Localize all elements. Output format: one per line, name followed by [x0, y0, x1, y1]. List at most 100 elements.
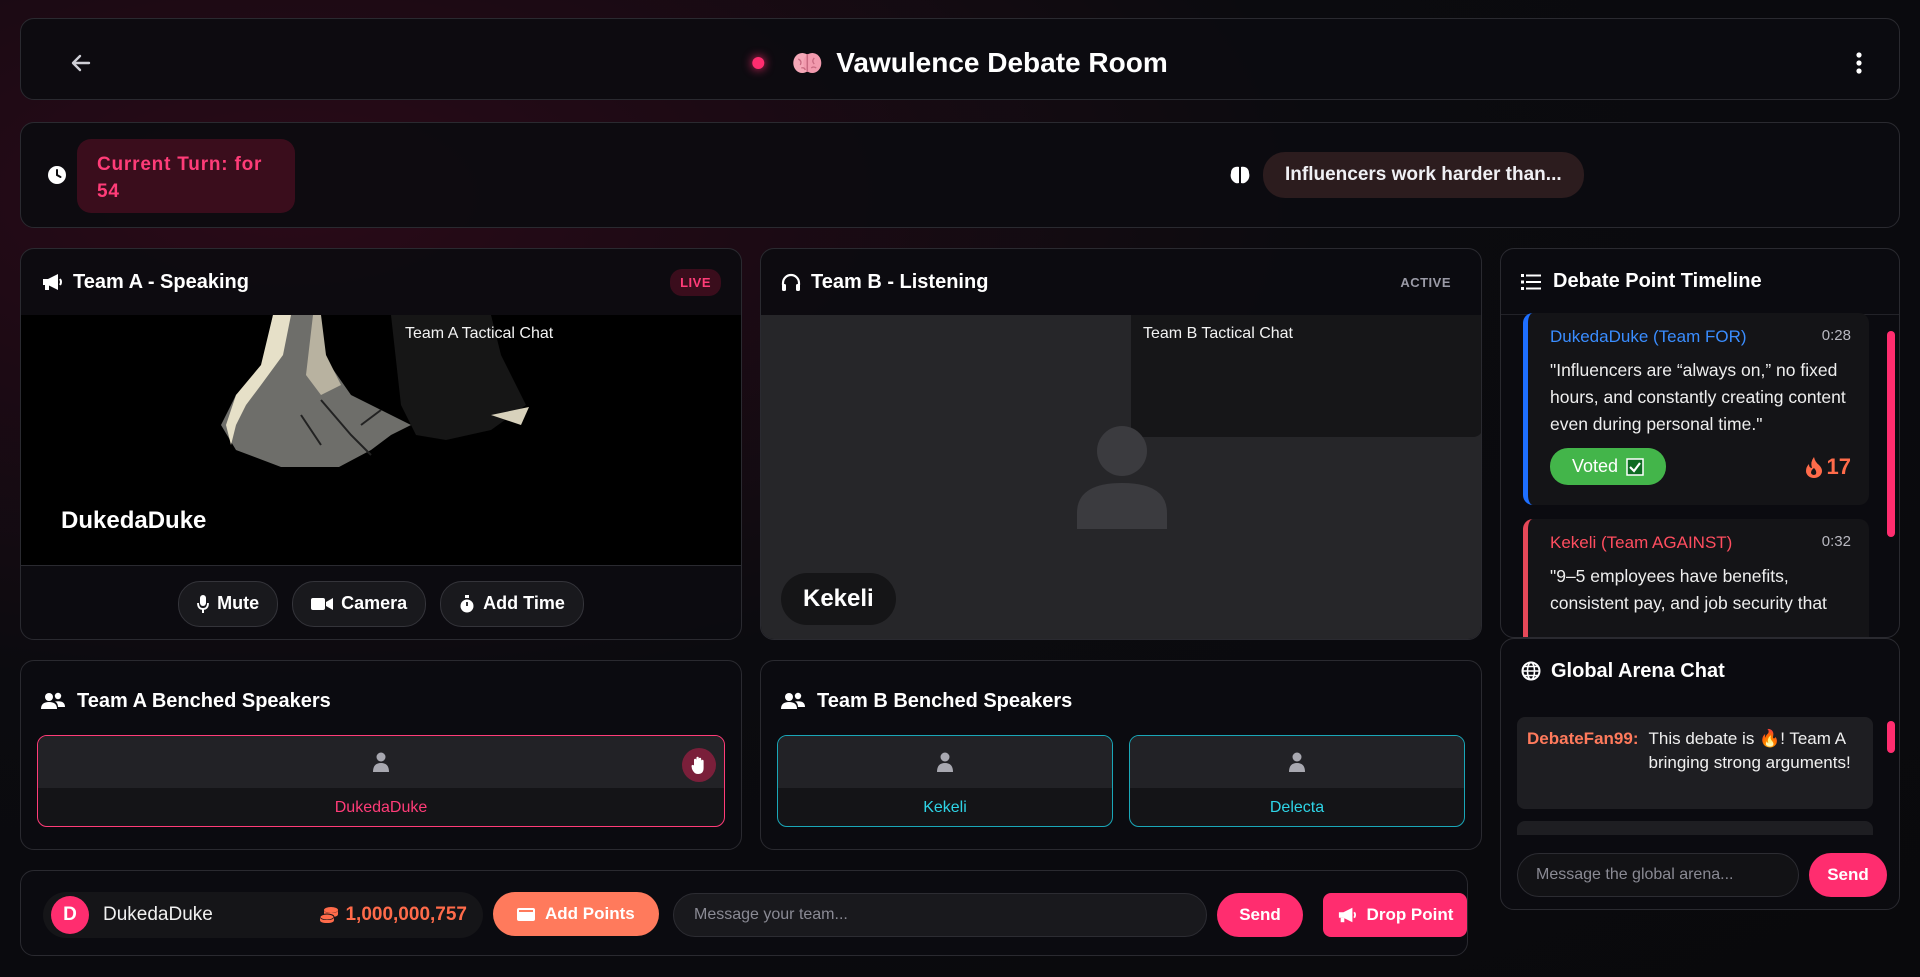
bench-speaker-slot[interactable]: DukedaDuke — [37, 735, 725, 827]
chat-message-partial — [1517, 821, 1873, 835]
coin-balance: 1,000,000,757 — [319, 904, 467, 926]
more-vertical-icon — [1856, 52, 1862, 74]
team-a-title: Team A - Speaking — [73, 270, 249, 293]
megaphone-icon — [43, 274, 62, 290]
point-quote: "9–5 employees have benefits, consistent… — [1550, 566, 1827, 613]
team-b-video[interactable]: Team B Tactical Chat Kekeli — [761, 315, 1481, 639]
timeline-title: Debate Point Timeline — [1553, 270, 1762, 292]
global-arena-chat: Global Arena Chat DebateFan99: This deba… — [1500, 638, 1900, 910]
title-group: Vawulence Debate Room — [752, 47, 1168, 79]
add-points-button[interactable]: Add Points — [493, 892, 659, 936]
topic-group: Influencers work harder than... — [1229, 152, 1584, 198]
avatar[interactable]: D — [51, 896, 89, 934]
point-author: DukedaDuke (Team FOR) — [1550, 327, 1747, 346]
bench-slot-avatar-area — [38, 736, 724, 788]
chat-text: This debate is 🔥! Team A bringing strong… — [1648, 729, 1851, 772]
speaker-name-overlay: DukedaDuke — [61, 507, 207, 534]
speaker-controls: Mute Camera Add Time — [21, 565, 741, 639]
point-quote: "Influencers are “always on,” no fixed h… — [1550, 360, 1846, 434]
bench-slot-avatar-area — [778, 736, 1112, 788]
team-a-bench-header: Team A Benched Speakers — [21, 661, 741, 741]
mute-label: Mute — [217, 593, 260, 613]
team-b-header: Team B - Listening ACTIVE — [761, 249, 1481, 315]
camera-label: Camera — [341, 593, 408, 613]
list-icon — [1521, 273, 1541, 290]
bench-speaker-name: DukedaDuke — [334, 799, 428, 816]
team-message-input[interactable] — [673, 893, 1207, 937]
bench-speaker-slot[interactable]: Delecta — [1129, 735, 1465, 827]
chat-message: DebateFan99: This debate is 🔥! Team A br… — [1517, 717, 1873, 809]
user-icon — [937, 752, 953, 772]
turn-timer: 54 — [97, 181, 120, 202]
timeline-scrollbar[interactable] — [1887, 331, 1895, 537]
active-badge: ACTIVE — [1400, 274, 1451, 290]
turn-bar: Current Turn: for 54 Influencers work ha… — [20, 122, 1900, 228]
team-b-bench-title: Team B Benched Speakers — [817, 689, 1073, 712]
fire-reaction[interactable]: 17 — [1805, 454, 1851, 480]
user-placeholder-icon — [1077, 426, 1167, 529]
hand-icon — [691, 756, 704, 774]
global-message-input[interactable] — [1517, 853, 1799, 897]
team-b-tactical-chat-label: Team B Tactical Chat — [1143, 325, 1293, 342]
team-send-button[interactable]: Send — [1217, 893, 1303, 937]
add-time-button[interactable]: Add Time — [440, 580, 584, 627]
add-time-label: Add Time — [483, 593, 565, 613]
globe-icon — [1521, 661, 1541, 681]
timeline-point[interactable]: Kekeli (Team AGAINST) 0:32 "9–5 employee… — [1523, 519, 1869, 637]
user-chip: D DukedaDuke 1,000,000,757 — [43, 892, 483, 938]
team-b-title: Team B - Listening — [811, 270, 989, 293]
current-turn-label: Current Turn: for — [97, 154, 263, 175]
drop-point-label: Drop Point — [1366, 905, 1454, 924]
username: DukedaDuke — [103, 904, 213, 925]
current-turn-badge: Current Turn: for 54 — [77, 139, 295, 213]
headphones-icon — [781, 273, 801, 291]
global-chat-scrollbar[interactable] — [1887, 721, 1895, 753]
team-b-tactical-chat[interactable]: Team B Tactical Chat — [1131, 315, 1481, 437]
voted-label: Voted — [1572, 456, 1619, 476]
camera-button[interactable]: Camera — [292, 580, 427, 627]
live-indicator — [752, 57, 765, 69]
coins-icon — [319, 907, 339, 923]
timeline-point[interactable]: DukedaDuke (Team FOR) 0:28 "Influencers … — [1523, 313, 1869, 505]
bench-speaker-slot[interactable]: Kekeli — [777, 735, 1113, 827]
global-send-button[interactable]: Send — [1809, 853, 1887, 897]
video-camera-icon — [311, 597, 334, 610]
drop-point-button[interactable]: Drop Point — [1323, 893, 1467, 937]
mute-button[interactable]: Mute — [178, 580, 279, 627]
speaker-name-overlay: Kekeli — [781, 573, 896, 625]
fire-count-value: 17 — [1826, 453, 1851, 479]
team-a-bench: Team A Benched Speakers DukedaDuke — [20, 660, 742, 850]
users-icon — [41, 692, 65, 709]
live-badge: LIVE — [670, 268, 721, 296]
raise-hand-button[interactable] — [682, 748, 716, 782]
team-a-video[interactable]: Team A Tactical Chat DukedaDuke — [21, 315, 741, 565]
megaphone-icon — [1338, 907, 1356, 923]
user-icon — [373, 752, 389, 772]
more-options-button[interactable] — [1847, 47, 1871, 79]
clock-icon — [48, 166, 66, 184]
check-box-icon — [1626, 457, 1644, 476]
team-a-header: Team A - Speaking LIVE — [21, 249, 741, 315]
bench-slot-avatar-area — [1130, 736, 1464, 788]
debate-topic[interactable]: Influencers work harder than... — [1263, 152, 1584, 198]
back-button[interactable] — [65, 47, 97, 79]
room-header: Vawulence Debate Room — [20, 18, 1900, 100]
point-time: 0:28 — [1821, 327, 1851, 344]
team-a-tactical-chat-label[interactable]: Team A Tactical Chat — [405, 325, 553, 343]
brain-icon — [793, 53, 822, 73]
debate-point-timeline: Debate Point Timeline DukedaDuke (Team F… — [1500, 248, 1900, 638]
global-chat-header: Global Arena Chat — [1501, 639, 1899, 703]
voted-button[interactable]: Voted — [1550, 448, 1667, 485]
coin-amount: 1,000,000,757 — [345, 904, 467, 925]
user-icon — [1289, 752, 1305, 772]
chat-username[interactable]: DebateFan99: — [1527, 727, 1638, 799]
team-b-card: Team B - Listening ACTIVE Team B Tactica… — [760, 248, 1482, 640]
global-chat-title: Global Arena Chat — [1551, 659, 1725, 682]
fire-icon — [1805, 456, 1822, 478]
bench-speaker-name: Kekeli — [923, 799, 967, 816]
team-a-bench-title: Team A Benched Speakers — [77, 689, 331, 712]
back-arrow-icon — [71, 54, 91, 72]
wallet-icon — [517, 907, 535, 921]
point-author: Kekeli (Team AGAINST) — [1550, 533, 1733, 552]
brain-outline-icon — [1230, 166, 1250, 184]
